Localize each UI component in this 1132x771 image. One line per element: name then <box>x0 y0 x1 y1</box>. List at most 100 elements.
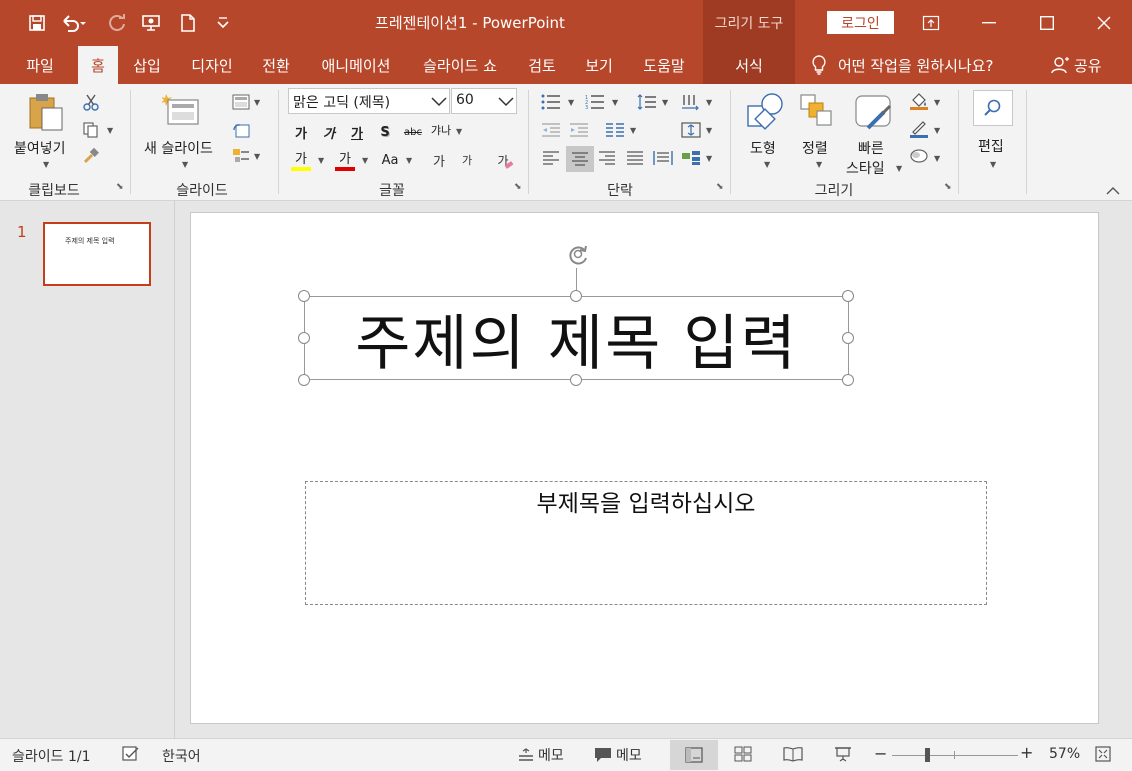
new-slide-button[interactable]: 새 슬라이드 ▼ <box>138 90 228 174</box>
character-spacing-button[interactable]: 갸나 <box>430 120 452 140</box>
tab-file[interactable]: 파일 <box>12 46 68 84</box>
font-name-select[interactable]: 맑은 고딕 (제목) <box>288 88 450 114</box>
smartart-icon[interactable] <box>680 148 702 168</box>
close-icon[interactable] <box>1075 0 1132 46</box>
tab-home[interactable]: 홈 <box>78 46 118 84</box>
new-slide-dropdown-icon[interactable]: ▼ <box>182 160 188 169</box>
clear-formatting-button[interactable]: 가 <box>492 150 514 170</box>
slide-thumbnail[interactable]: 주제의 제목 입력 <box>43 222 151 286</box>
maximize-icon[interactable] <box>1018 0 1075 46</box>
align-text-icon[interactable] <box>680 120 702 140</box>
title-placeholder-box[interactable]: 주제의 제목 입력 <box>304 296 849 380</box>
paragraph-launcher-icon[interactable]: ⬊ <box>716 182 726 192</box>
underline-button[interactable]: 가 <box>346 122 368 142</box>
tell-me-search[interactable]: 어떤 작업을 원하시나요? <box>810 46 994 84</box>
notes-button[interactable]: 메모 <box>518 744 564 766</box>
columns-dropdown-icon[interactable]: ▼ <box>630 126 636 135</box>
align-right-icon[interactable] <box>596 148 618 168</box>
spelling-check-icon[interactable] <box>120 744 142 764</box>
resize-handle-bottom-left[interactable] <box>298 374 310 386</box>
italic-button[interactable]: 가 <box>318 122 340 142</box>
slide-title[interactable]: 주제의 제목 입력 <box>355 295 798 382</box>
fit-to-window-icon[interactable] <box>1092 744 1114 764</box>
tab-transitions[interactable]: 전환 <box>252 46 300 84</box>
text-direction-dropdown-icon[interactable]: ▼ <box>706 98 712 107</box>
layout-icon[interactable] <box>230 92 252 112</box>
shape-outline-icon[interactable] <box>908 118 930 138</box>
rotate-handle-icon[interactable] <box>563 239 593 269</box>
slideshow-view-icon[interactable] <box>832 744 854 764</box>
copy-icon[interactable] <box>80 120 102 140</box>
numbering-icon[interactable]: 123 <box>584 92 606 112</box>
align-center-icon[interactable] <box>566 146 594 172</box>
shape-fill-icon[interactable] <box>908 90 930 110</box>
font-color-dropdown-icon[interactable]: ▼ <box>362 156 368 165</box>
cut-icon[interactable] <box>80 92 102 112</box>
highlight-button[interactable]: 가 <box>290 150 312 171</box>
shape-outline-dropdown-icon[interactable]: ▼ <box>934 126 940 135</box>
shape-effects-icon[interactable] <box>908 146 930 166</box>
line-spacing-dropdown-icon[interactable]: ▼ <box>662 98 668 107</box>
resize-handle-right[interactable] <box>842 332 854 344</box>
align-text-dropdown-icon[interactable]: ▼ <box>706 126 712 135</box>
zoom-level[interactable]: 57% <box>1049 746 1080 762</box>
language-indicator[interactable]: 한국어 <box>162 746 201 766</box>
tab-animations[interactable]: 애니메이션 <box>312 46 400 84</box>
arrange-button[interactable]: 정렬 ▼ <box>796 90 842 174</box>
copy-dropdown-icon[interactable]: ▼ <box>107 126 113 135</box>
shrink-font-button[interactable]: 가 <box>456 150 478 170</box>
tab-design[interactable]: 디자인 <box>182 46 242 84</box>
login-button[interactable]: 로그인 <box>827 11 894 34</box>
zoom-slider-thumb[interactable] <box>925 748 930 762</box>
tab-insert[interactable]: 삽입 <box>124 46 170 84</box>
resize-handle-top-right[interactable] <box>842 290 854 302</box>
slide-canvas[interactable]: 주제의 제목 입력 부제목을 입력하십시오 <box>190 212 1099 724</box>
tab-help[interactable]: 도움말 <box>632 46 696 84</box>
reading-view-icon[interactable] <box>782 744 804 764</box>
text-direction-icon[interactable] <box>680 92 702 112</box>
share-button[interactable]: 공유 <box>1050 46 1102 84</box>
zoom-in-button[interactable]: + <box>1020 743 1033 762</box>
shadow-button[interactable]: S <box>374 122 396 142</box>
subtitle-placeholder-box[interactable]: 부제목을 입력하십시오 <box>305 481 987 605</box>
quick-styles-button[interactable]: 빠른 스타일 ▼ <box>844 90 904 177</box>
clipboard-launcher-icon[interactable]: ⬊ <box>116 182 126 192</box>
quick-styles-dropdown-icon[interactable]: ▼ <box>896 164 902 173</box>
slide-subtitle[interactable]: 부제목을 입력하십시오 <box>306 484 986 518</box>
tab-view[interactable]: 보기 <box>576 46 622 84</box>
highlight-dropdown-icon[interactable]: ▼ <box>318 156 324 165</box>
shape-effects-dropdown-icon[interactable]: ▼ <box>934 154 940 163</box>
spacing-dropdown-icon[interactable]: ▼ <box>456 127 462 136</box>
bullets-dropdown-icon[interactable]: ▼ <box>568 98 574 107</box>
comments-button[interactable]: 메모 <box>594 744 642 766</box>
ribbon-display-options-icon[interactable] <box>902 0 959 46</box>
bullets-icon[interactable] <box>540 92 562 112</box>
zoom-out-button[interactable]: − <box>874 744 887 763</box>
drawing-launcher-icon[interactable]: ⬊ <box>944 182 954 192</box>
editing-dropdown-icon[interactable]: ▼ <box>990 160 996 169</box>
section-icon[interactable] <box>230 146 252 166</box>
paste-button[interactable]: 붙여넣기 ▼ <box>8 90 80 174</box>
normal-view-icon[interactable] <box>670 740 718 770</box>
resize-handle-top[interactable] <box>570 290 582 302</box>
resize-handle-bottom-right[interactable] <box>842 374 854 386</box>
shape-fill-dropdown-icon[interactable]: ▼ <box>934 98 940 107</box>
shapes-dropdown-icon[interactable]: ▼ <box>764 160 770 169</box>
tab-slideshow[interactable]: 슬라이드 쇼 <box>412 46 508 84</box>
tab-review[interactable]: 검토 <box>518 46 566 84</box>
increase-indent-icon[interactable] <box>568 120 590 140</box>
decrease-indent-icon[interactable] <box>540 120 562 140</box>
resize-handle-left[interactable] <box>298 332 310 344</box>
section-dropdown-icon[interactable]: ▼ <box>254 152 260 161</box>
editing-button[interactable]: 편집 ▼ <box>966 90 1020 174</box>
zoom-slider[interactable] <box>892 755 1018 756</box>
line-spacing-icon[interactable] <box>636 92 658 112</box>
paste-dropdown-icon[interactable]: ▼ <box>43 160 49 169</box>
strikethrough-button[interactable]: abc <box>402 122 424 142</box>
tab-format[interactable]: 서식 <box>703 46 795 84</box>
font-size-select[interactable]: 60 <box>451 88 517 114</box>
columns-icon[interactable] <box>604 120 626 140</box>
shapes-button[interactable]: 도형 ▼ <box>740 90 794 174</box>
change-case-dropdown-icon[interactable]: ▼ <box>406 156 412 165</box>
font-launcher-icon[interactable]: ⬊ <box>514 182 524 192</box>
